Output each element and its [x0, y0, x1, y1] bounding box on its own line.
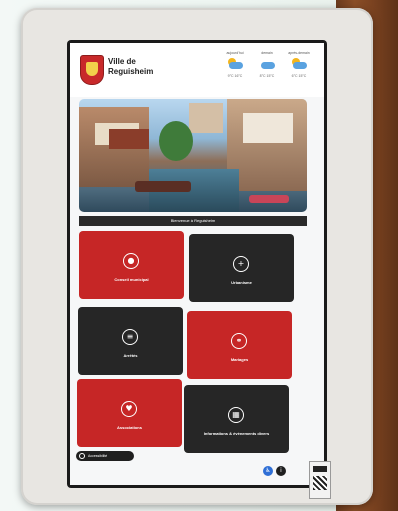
- header: Ville de Reguisheim aujourd'hui 9°C 16°C…: [70, 43, 324, 97]
- tile-conseil-municipal[interactable]: ● Conseil municipal: [79, 231, 184, 299]
- qr-code-icon: [313, 476, 327, 490]
- cloud-icon: [258, 58, 276, 70]
- accessibility-icon: [79, 453, 85, 459]
- weather-temps: 6°C 15°C: [291, 74, 307, 78]
- welcome-banner: Bienvenue à Reguisheim: [79, 216, 307, 226]
- accessibility-button[interactable]: Accessibilité: [76, 451, 134, 461]
- town-name-line2: Reguisheim: [108, 67, 154, 76]
- weather-day: demain: [261, 51, 273, 55]
- info-button[interactable]: i: [276, 466, 286, 476]
- tile-associations[interactable]: ♥ Associations: [77, 379, 182, 447]
- weather-temps: 9°C 16°C: [227, 74, 243, 78]
- tile-label: Urbanisme: [231, 280, 252, 285]
- town-photo: [79, 99, 307, 212]
- group-icon: ●: [123, 253, 139, 269]
- partly-cloudy-icon: [290, 58, 308, 70]
- kiosk-screen: Ville de Reguisheim aujourd'hui 9°C 16°C…: [70, 43, 324, 485]
- tile-arretes[interactable]: ≡ Arrêtés: [78, 307, 183, 375]
- weather-today: aujourd'hui 9°C 16°C: [220, 50, 250, 94]
- tile-label: Associations: [117, 425, 142, 430]
- document-plus-icon: +: [233, 256, 249, 272]
- wheelchair-button[interactable]: ♿: [263, 466, 273, 476]
- tile-mariages[interactable]: ⚭ Mariages: [187, 311, 292, 379]
- tile-label: Conseil municipal: [114, 277, 149, 282]
- town-name-line1: Ville de: [108, 57, 136, 66]
- partly-cloudy-icon: [226, 58, 244, 70]
- rings-icon: ⚭: [231, 333, 247, 349]
- tile-urbanisme[interactable]: + Urbanisme: [189, 234, 294, 302]
- tile-label: Arrêtés: [123, 353, 138, 358]
- document-list-icon: ≡: [122, 329, 138, 345]
- qr-sticker: [309, 461, 331, 499]
- weather-tomorrow: demain 8°C 15°C: [252, 50, 282, 94]
- weather-day-after: après-demain 6°C 15°C: [284, 50, 314, 94]
- calendar-icon: ▦: [228, 407, 244, 423]
- wheelchair-icon: ♿: [265, 467, 271, 474]
- weather-temps: 8°C 15°C: [259, 74, 275, 78]
- info-icon: i: [280, 467, 282, 474]
- weather-day: aujourd'hui: [226, 51, 244, 55]
- accessibility-label: Accessibilité: [88, 454, 108, 458]
- weather-day: après-demain: [288, 51, 310, 55]
- tile-label: Mariages: [230, 357, 249, 362]
- coat-of-arms-icon: [80, 55, 104, 85]
- handshake-icon: ♥: [121, 401, 137, 417]
- tile-label: Informations & évènements divers: [203, 431, 270, 436]
- town-name: Ville de Reguisheim: [108, 57, 168, 77]
- tile-informations[interactable]: ▦ Informations & évènements divers: [184, 385, 289, 453]
